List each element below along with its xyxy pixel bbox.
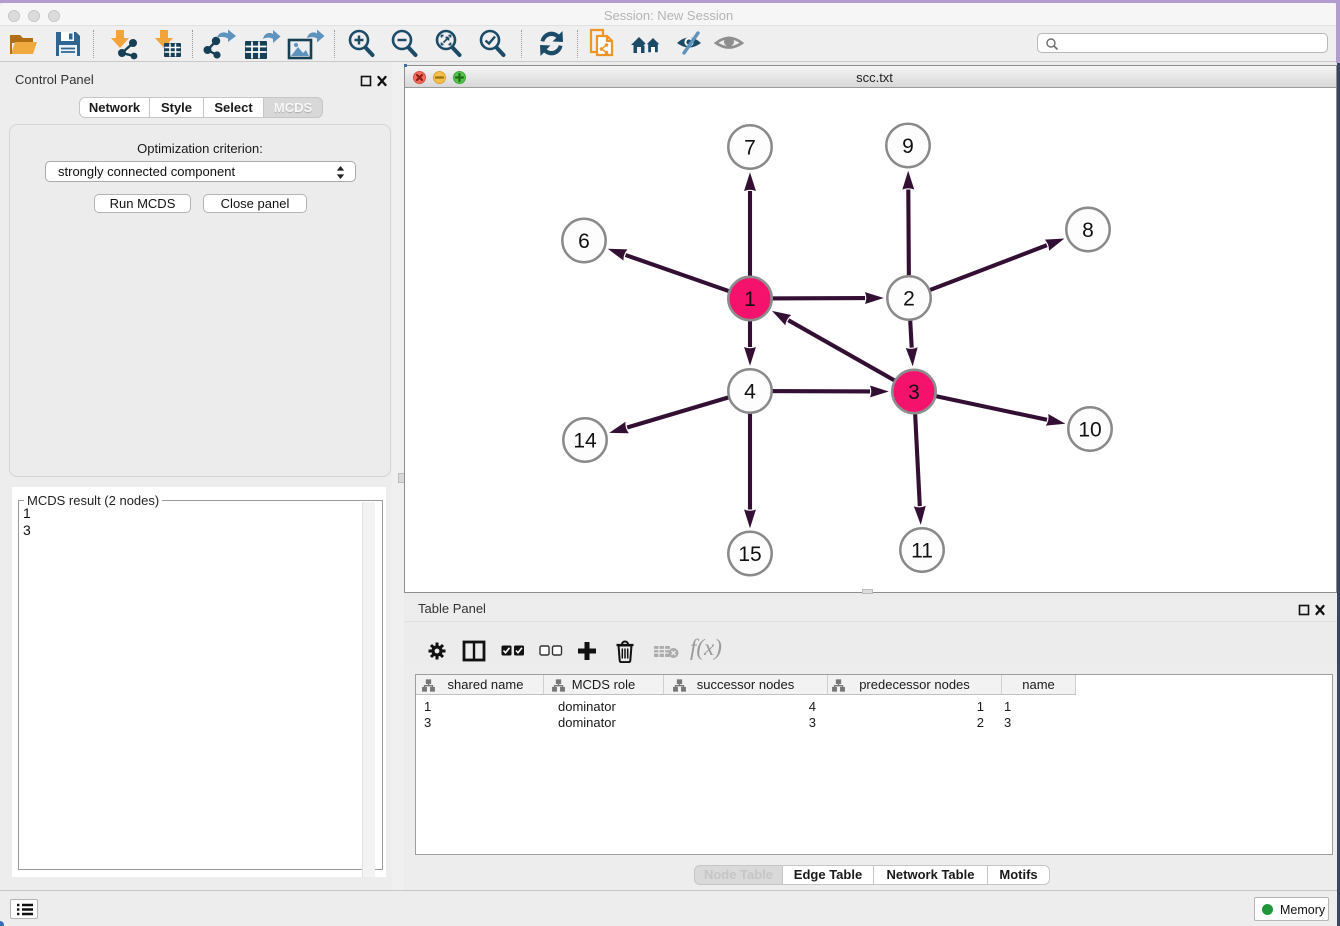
svg-text:6: 6 [578,230,590,253]
svg-text:1: 1 [744,288,756,311]
svg-text:11: 11 [911,540,933,563]
svg-text:7: 7 [744,137,756,160]
svg-text:14: 14 [573,430,597,453]
svg-text:9: 9 [902,135,914,158]
svg-text:2: 2 [903,288,915,311]
svg-text:8: 8 [1082,219,1094,242]
svg-text:15: 15 [738,543,761,566]
svg-text:3: 3 [908,381,920,404]
svg-text:4: 4 [744,381,756,404]
svg-text:10: 10 [1078,419,1101,442]
